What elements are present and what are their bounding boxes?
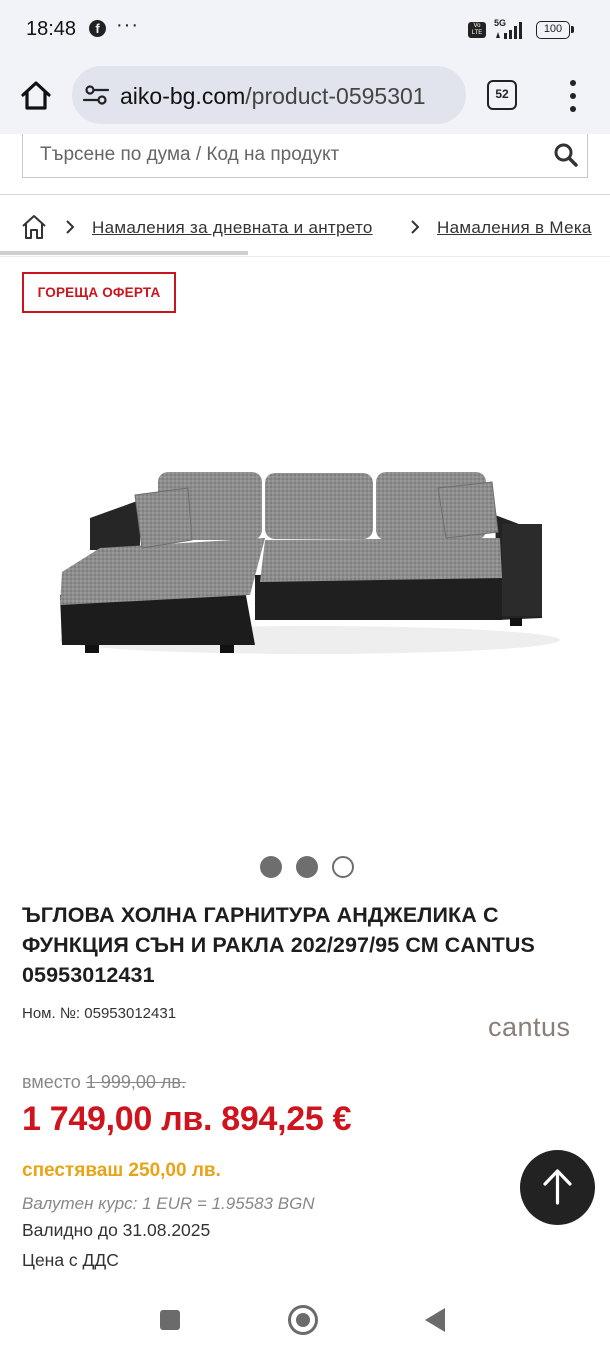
tab-switcher-button[interactable]: 52 <box>487 80 517 110</box>
valid-until: Валидно до 31.08.2025 <box>22 1220 211 1240</box>
site-settings-icon[interactable] <box>82 82 110 108</box>
divider <box>0 256 610 257</box>
carousel-dot[interactable] <box>260 856 282 878</box>
more-notifications-icon: ··· <box>116 14 139 36</box>
carousel-dot[interactable] <box>332 856 354 878</box>
item-number: Ном. №: 05953012431 <box>22 1005 176 1022</box>
vat-note: Цена с ДДС <box>22 1250 119 1270</box>
home-icon[interactable] <box>14 74 58 118</box>
home-button[interactable] <box>288 1305 318 1335</box>
search-icon[interactable] <box>553 142 579 168</box>
breadcrumb: Намаления за дневната и антрето Намалени… <box>0 210 610 246</box>
back-button[interactable] <box>425 1308 445 1332</box>
address-bar[interactable]: aiko-bg.com/product-0595301 <box>72 66 466 124</box>
recent-apps-button[interactable] <box>160 1310 180 1330</box>
product-image[interactable] <box>40 440 570 680</box>
old-price-label: вместо <box>22 1072 81 1092</box>
facebook-notification-icon: f <box>89 20 106 37</box>
breadcrumb-item[interactable]: Намаления в Мека <box>437 218 592 238</box>
breadcrumb-home-icon[interactable] <box>21 214 47 240</box>
savings-text: спестяваш 250,00 лв. <box>22 1160 221 1181</box>
divider <box>0 194 610 195</box>
chevron-right-icon <box>66 220 75 234</box>
old-price-value: 1 999,00 лв. <box>85 1072 186 1092</box>
product-search <box>22 134 588 178</box>
arrow-up-icon <box>543 1169 572 1205</box>
breadcrumb-item[interactable]: Намаления за дневната и антрето <box>92 218 373 238</box>
battery-icon: 100 <box>536 21 574 39</box>
more-vert-icon[interactable] <box>562 80 584 112</box>
url-text[interactable]: aiko-bg.com/product-0595301 <box>120 83 460 110</box>
old-price: вместо 1 999,00 лв. <box>22 1072 186 1093</box>
chevron-right-icon <box>411 220 420 234</box>
image-carousel-dots <box>258 855 358 879</box>
status-time: 18:48 <box>26 18 77 40</box>
item-number-label: Ном. №: <box>22 1005 81 1022</box>
system-nav-bar <box>0 1290 610 1356</box>
browser-toolbar: aiko-bg.com/product-0595301 52 <box>0 60 610 134</box>
exchange-rate: Валутен курс: 1 EUR = 1.95583 BGN <box>22 1194 315 1213</box>
current-price: 1 749,00 лв. 894,25 € <box>22 1100 352 1138</box>
signal-icon <box>496 22 522 39</box>
volte-icon: Vo LTE <box>468 22 486 38</box>
carousel-dot[interactable] <box>296 856 318 878</box>
search-input[interactable] <box>23 134 543 176</box>
scroll-to-top-button[interactable] <box>520 1150 595 1225</box>
hot-offer-badge: ГОРЕЩА ОФЕРТА <box>22 272 176 313</box>
breadcrumb-scrollbar[interactable] <box>0 251 248 255</box>
product-title: ЪГЛОВА ХОЛНА ГАРНИТУРА АНДЖЕЛИКА С ФУНКЦ… <box>22 903 535 987</box>
url-path: /product-0595301 <box>245 83 426 109</box>
brand-logo[interactable]: cantus <box>488 1012 571 1043</box>
url-domain: aiko-bg.com <box>120 83 246 109</box>
status-bar: 18:48 f ··· Vo LTE 5G 100 <box>0 0 610 60</box>
item-number-value: 05953012431 <box>84 1005 177 1022</box>
